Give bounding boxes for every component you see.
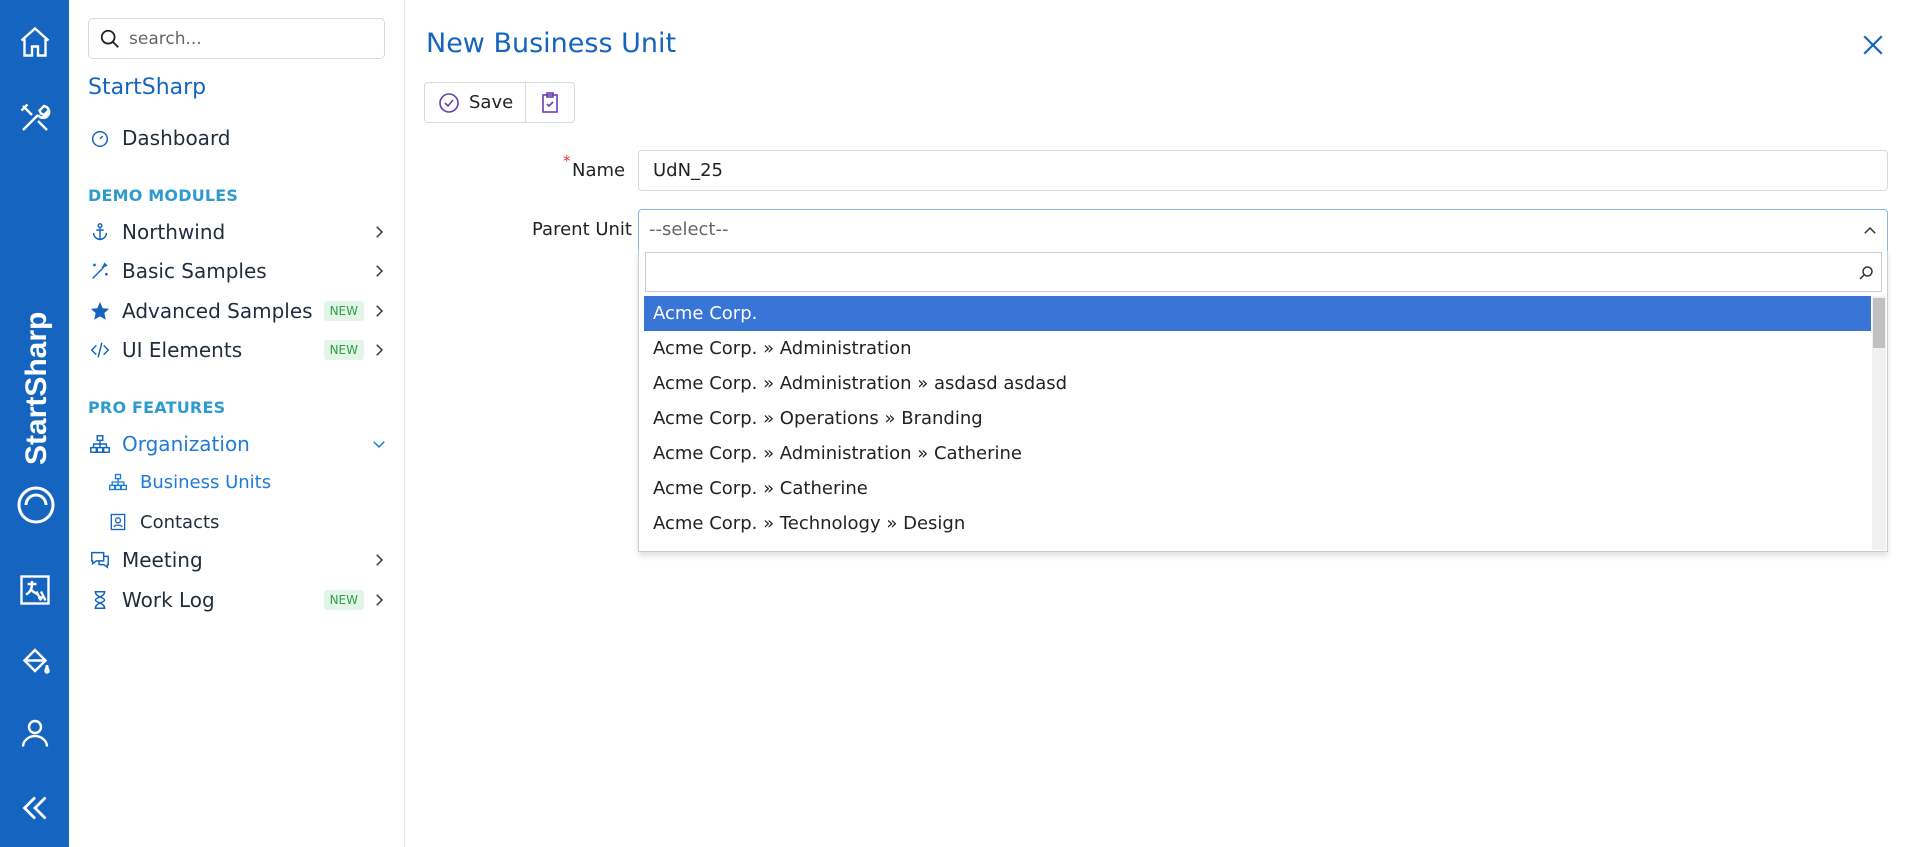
scrollbar-thumb[interactable] — [1873, 298, 1885, 348]
name-field[interactable] — [638, 150, 1888, 191]
chevron-right-icon — [376, 265, 384, 277]
sidebar-item-label: Advanced Samples — [122, 299, 313, 323]
home-icon[interactable] — [0, 12, 69, 72]
sidebar-item-label: Northwind — [122, 220, 226, 244]
select-placeholder: --select-- — [649, 219, 729, 240]
magic-wand-icon — [88, 259, 112, 283]
icon-rail: StartSharp — [0, 0, 69, 847]
sidebar-item-label: Work Log — [122, 588, 215, 612]
clipboard-check-icon — [542, 91, 558, 113]
parent-unit-dropdown: Acme Corp. Acme Corp. » Administration Acm… — [638, 250, 1888, 552]
brand-text: StartSharp — [20, 312, 53, 465]
startsharp-vertical-logo: StartSharp — [17, 312, 55, 524]
sidebar-item-organization[interactable]: Organization — [88, 426, 398, 462]
code-icon — [88, 338, 112, 362]
chevron-right-icon — [376, 344, 384, 356]
search-icon — [100, 29, 119, 48]
sidebar-search[interactable] — [88, 18, 385, 59]
dropdown-option[interactable]: Acme Corp. » Administration — [644, 331, 1871, 366]
new-badge: NEW — [323, 301, 364, 321]
new-badge: NEW — [323, 340, 364, 360]
dropdown-option[interactable]: Acme Corp. » Catherine — [644, 471, 1871, 506]
sidebar-item-label: UI Elements — [122, 338, 243, 362]
save-button[interactable]: Save — [425, 83, 525, 122]
apply-changes-button[interactable] — [525, 83, 574, 122]
dropdown-option[interactable]: Acme Corp. » Administration » asdasd asd… — [644, 366, 1871, 401]
parent-unit-select[interactable]: --select-- — [638, 209, 1888, 251]
dropdown-scrollbar[interactable] — [1872, 296, 1886, 550]
sidebar-item-label: Organization — [122, 432, 250, 456]
dropdown-option[interactable]: Acme Corp. » Administration » Catherine — [644, 436, 1871, 471]
dashboard-icon — [88, 126, 112, 150]
star-icon — [88, 299, 112, 323]
sidebar-item-basic-samples[interactable]: Basic Samples — [88, 253, 398, 289]
paint-bucket-icon[interactable] — [0, 632, 69, 692]
anchor-icon — [88, 220, 112, 244]
dropdown-option[interactable]: Acme Corp. » Technology » Design — [644, 506, 1871, 541]
chevron-right-icon — [376, 594, 384, 606]
name-label: Name — [572, 160, 626, 181]
sidebar-item-contacts[interactable]: Contacts — [106, 506, 356, 538]
chat-icon — [88, 548, 112, 572]
save-label: Save — [469, 92, 514, 113]
search-input[interactable] — [129, 28, 369, 49]
sidebar-item-ui-elements[interactable]: UI Elements NEW — [88, 332, 398, 368]
dialog-panel: New Business Unit Save * Name Parent Uni… — [406, 0, 1920, 847]
hourglass-icon — [88, 588, 112, 612]
section-heading-pro: PRO FEATURES — [88, 398, 226, 417]
contact-card-icon — [106, 510, 130, 534]
sidebar-item-label: Basic Samples — [122, 259, 267, 283]
new-badge: NEW — [323, 590, 364, 610]
dropdown-option[interactable]: Acme Corp. — [644, 296, 1871, 331]
section-heading-demo: DEMO MODULES — [88, 186, 239, 205]
sidebar-item-business-units[interactable]: Business Units — [106, 466, 356, 498]
dropdown-search-input[interactable] — [646, 253, 1836, 289]
chevron-right-icon — [376, 226, 384, 238]
parent-unit-label: Parent Unit — [532, 219, 632, 240]
chevron-down-icon — [373, 441, 385, 449]
sidebar-item-work-log[interactable]: Work Log NEW — [88, 582, 398, 618]
sidebar: StartSharp Dashboard DEMO MODULES Northw… — [69, 0, 405, 847]
dialog-title: New Business Unit — [426, 28, 677, 59]
org-chart-icon — [106, 470, 130, 494]
required-mark: * — [563, 152, 571, 170]
tools-icon[interactable] — [0, 88, 69, 148]
sidebar-item-label: Contacts — [140, 511, 220, 533]
sidebar-item-label: Dashboard — [122, 126, 231, 150]
user-icon[interactable] — [0, 703, 69, 763]
sidebar-item-advanced-samples[interactable]: Advanced Samples NEW — [88, 293, 398, 329]
chevron-up-icon — [1864, 226, 1876, 234]
sidebar-item-label: Meeting — [122, 548, 203, 572]
sidebar-item-northwind[interactable]: Northwind — [88, 214, 398, 250]
collapse-icon[interactable] — [0, 778, 69, 838]
dropdown-options: Acme Corp. Acme Corp. » Administration Acm… — [644, 296, 1871, 550]
chevron-right-icon — [376, 554, 384, 566]
close-icon[interactable] — [1858, 30, 1888, 60]
translate-icon[interactable] — [0, 560, 69, 620]
search-icon — [1859, 266, 1873, 280]
app-title: StartSharp — [88, 75, 207, 100]
dropdown-option[interactable]: Acme Corp. » Operations » Branding — [644, 401, 1871, 436]
chevron-right-icon — [376, 305, 384, 317]
dialog-toolbar: Save — [424, 82, 576, 123]
sidebar-item-label: Business Units — [140, 471, 272, 493]
sidebar-item-meeting[interactable]: Meeting — [88, 542, 398, 578]
check-circle-icon — [439, 92, 459, 113]
sidebar-item-dashboard[interactable]: Dashboard — [88, 120, 398, 156]
org-chart-icon — [88, 432, 112, 456]
dropdown-search[interactable] — [645, 252, 1882, 292]
